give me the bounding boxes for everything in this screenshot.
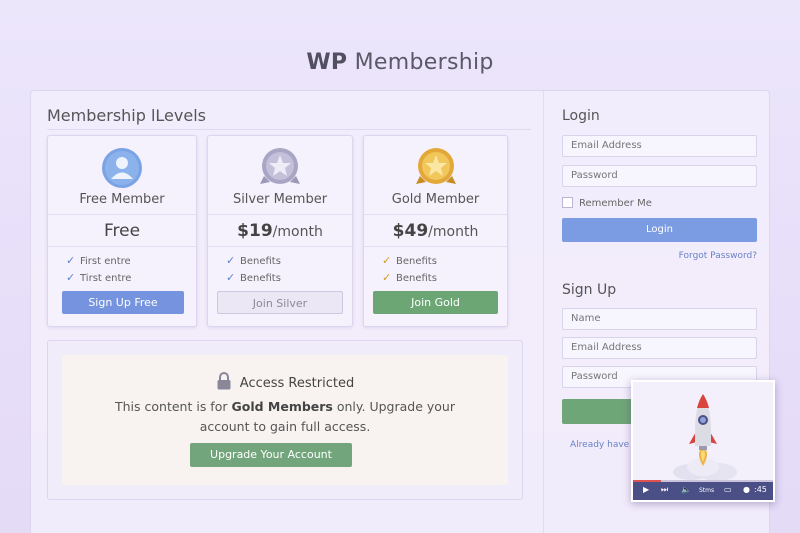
tier-name: Gold Member <box>391 192 480 207</box>
divider <box>364 246 507 247</box>
divider <box>208 214 352 215</box>
feature-item: ✓ First entre <box>66 254 131 267</box>
feature-item: ✓ Benefits <box>382 254 437 267</box>
feature-item: ✓ Benefits <box>226 271 281 284</box>
check-icon: ✓ <box>382 254 392 267</box>
tier-price: $19/month <box>237 221 323 241</box>
lock-icon <box>217 372 231 390</box>
signup-title: Sign Up <box>562 282 617 298</box>
join-silver-button[interactable]: Join Silver <box>217 291 343 314</box>
already-have-account-link[interactable]: Already have a <box>570 440 638 450</box>
check-icon: ✓ <box>226 271 236 284</box>
tier-name: Free Member <box>79 192 165 207</box>
restricted-title: Access Restricted <box>62 372 508 391</box>
remember-checkbox <box>562 197 573 208</box>
rocket-illustration <box>633 382 773 480</box>
restricted-message: This content is for Gold Members only. U… <box>115 399 455 434</box>
tier-card-gold: Gold Member $49/month ✓ Benefits ✓ Benefit… <box>363 135 508 327</box>
check-icon: ✓ <box>66 271 76 284</box>
play-icon[interactable]: ▶ <box>643 485 649 494</box>
feature-item: ✓ Benefits <box>226 254 281 267</box>
check-icon: ✓ <box>382 271 392 284</box>
section-title: Membership lLevels <box>47 106 206 125</box>
video-controls: ▶ ⏭ 🔈 Stms ▭ ● :45 <box>633 482 773 500</box>
tier-price: $49/month <box>392 221 479 241</box>
divider <box>48 246 196 247</box>
video-player[interactable]: ▶ ⏭ 🔈 Stms ▭ ● :45 <box>631 380 775 502</box>
signup-name-field[interactable]: Name <box>562 308 757 330</box>
tier-card-silver: Silver Member $19/month ✓ Benefits ✓ Benef… <box>207 135 353 327</box>
login-email-field[interactable]: Email Address <box>562 135 757 157</box>
check-icon: ✓ <box>226 254 236 267</box>
feature-item: ✓ Benefits <box>382 271 437 284</box>
divider <box>364 214 507 215</box>
divider <box>47 129 531 130</box>
access-restricted-box: Access Restricted This content is for Go… <box>47 340 523 500</box>
sign-up-free-button[interactable]: Sign Up Free <box>62 291 184 314</box>
tier-name: Silver Member <box>232 192 328 207</box>
captions-icon[interactable]: ▭ <box>724 485 732 494</box>
video-time: :45 <box>754 485 767 494</box>
login-password-field[interactable]: Password <box>562 165 757 187</box>
divider <box>48 214 196 215</box>
signup-email-field[interactable]: Email Address <box>562 337 757 359</box>
silver-star-badge-icon <box>260 148 300 184</box>
gold-star-badge-icon <box>415 148 456 184</box>
divider <box>208 246 352 247</box>
site-title: WP Membership <box>306 50 494 75</box>
login-title: Login <box>562 108 600 124</box>
access-restricted-inner: Access Restricted This content is for Go… <box>62 355 508 485</box>
tier-card-free: Free Member Free ✓ First entre ✓ Tirst ent… <box>47 135 197 327</box>
tier-price: Free <box>103 221 141 241</box>
speed-label[interactable]: Stms <box>699 487 714 494</box>
settings-icon[interactable]: ● <box>743 485 750 494</box>
feature-item: ✓ Tirst entre <box>66 271 132 284</box>
check-icon: ✓ <box>66 254 76 267</box>
remember-me[interactable]: Remember Me <box>562 197 652 209</box>
login-button[interactable]: Login <box>562 218 757 242</box>
volume-icon[interactable]: 🔈 <box>681 485 691 494</box>
forgot-password-link[interactable]: Forgot Password? <box>562 251 757 261</box>
user-avatar-icon <box>102 148 142 188</box>
membership-section: Membership lLevels Free Member Free ✓ Fir… <box>31 91 543 533</box>
join-gold-button[interactable]: Join Gold <box>373 291 498 314</box>
upgrade-account-button[interactable]: Upgrade Your Account <box>190 443 352 467</box>
skip-next-icon[interactable]: ⏭ <box>661 485 668 495</box>
